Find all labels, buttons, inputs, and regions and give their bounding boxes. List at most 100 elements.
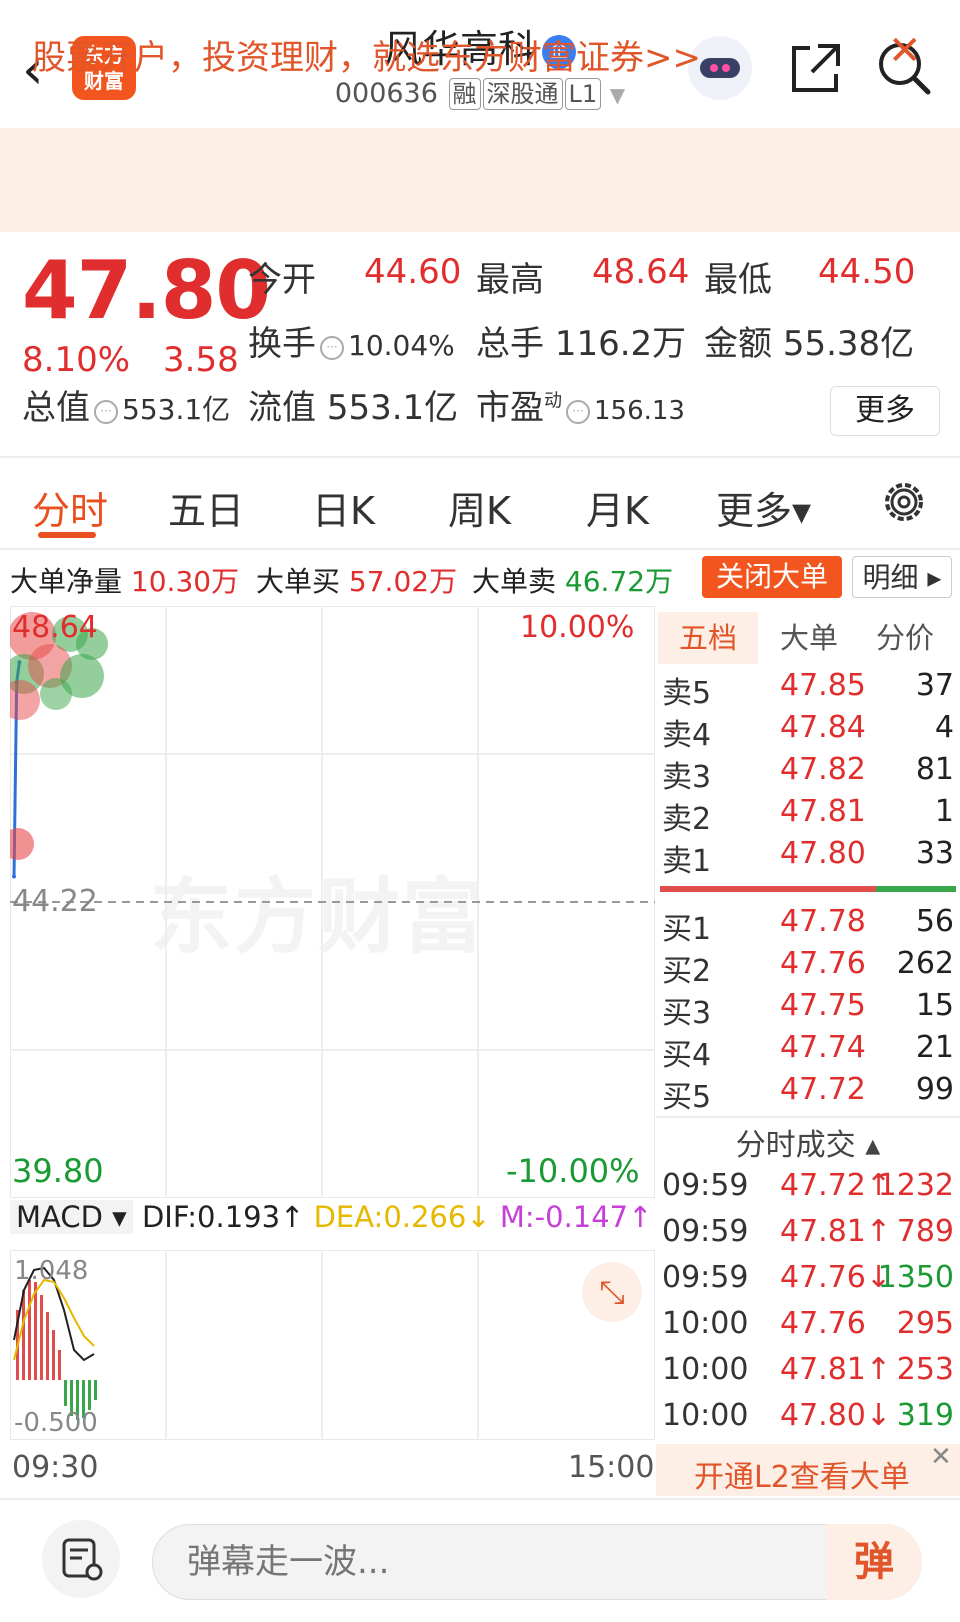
turnover-label: 换手 [248, 324, 316, 364]
info-icon[interactable]: ··· [566, 400, 590, 424]
bid-label: 买2 [662, 954, 712, 989]
tick-trades-header[interactable]: 分时成交 ▴ [660, 1120, 956, 1164]
promo-banner[interactable] [0, 128, 960, 232]
tab-big-orders[interactable]: 大单 [780, 612, 838, 664]
tab-more[interactable]: 更多▾ [716, 480, 811, 535]
info-icon[interactable]: ··· [94, 400, 118, 424]
ask-row[interactable]: 卖3 47.82 81 [660, 752, 956, 795]
tab-five-day[interactable]: 五日 [168, 480, 244, 535]
volume-label: 总手 [476, 324, 544, 364]
pe-label: 市盈 [476, 388, 544, 428]
bid-row[interactable]: 买1 47.78 56 [660, 904, 956, 947]
chart-y-mid: 44.22 [12, 884, 98, 919]
ask-volume: 37 [915, 668, 954, 703]
tab-daily-k[interactable]: 日K [312, 480, 375, 535]
bid-row[interactable]: 买4 47.74 21 [660, 1030, 956, 1073]
tick-price: 47.81↑ [780, 1352, 892, 1387]
tick-row: 10:00 47.80↓ 319 [660, 1398, 956, 1442]
turnover-rate[interactable]: 换手 ··· 10.04% [248, 316, 455, 365]
tab-monthly-k[interactable]: 月K [586, 480, 649, 535]
bid-price: 47.72 [780, 1072, 866, 1107]
tick-volume: 295 [896, 1306, 954, 1341]
ask-price: 47.80 [780, 836, 866, 871]
tick-row: 09:59 47.81↑ 789 [660, 1214, 956, 1258]
bid-row[interactable]: 买3 47.75 15 [660, 988, 956, 1031]
stock-code: 000636 [334, 78, 438, 109]
market-cap[interactable]: 总值 ··· 553.1亿 [22, 380, 230, 429]
pe-ratio[interactable]: 市盈动 ··· 156.13 [476, 380, 685, 429]
float-cap: 流值 553.1亿 [248, 380, 458, 429]
more-quote-button[interactable]: 更多 [830, 386, 940, 436]
ask-row[interactable]: 卖2 47.81 1 [660, 794, 956, 837]
bid-label: 买3 [662, 996, 712, 1031]
big-order-sell: 大单卖 46.72万 [472, 560, 673, 600]
ask-price: 47.85 [780, 668, 866, 703]
ask-volume: 1 [934, 794, 954, 829]
pe-dynamic-mark: 动 [544, 390, 562, 412]
stock-code-row[interactable]: 000636 融深股通 L1 ▼ [300, 78, 660, 110]
ask-price: 47.82 [780, 752, 866, 787]
share-icon[interactable] [788, 40, 844, 96]
ask-row[interactable]: 卖1 47.80 33 [660, 836, 956, 879]
ask-label: 卖4 [662, 718, 712, 753]
volume: 总手 116.2万 [476, 316, 686, 365]
l2-promo-text[interactable]: 开通L2查看大单 [694, 1452, 910, 1496]
chevron-down-icon[interactable]: ▼ [610, 83, 625, 107]
ask-volume: 33 [915, 836, 954, 871]
promo-banner-text[interactable]: 股票开户，投资理财，就选东方财富证券>> [32, 30, 701, 79]
float-cap-value: 553.1亿 [326, 388, 459, 428]
tick-volume: 1350 [877, 1260, 954, 1295]
level-tag: L1 [564, 78, 602, 110]
macd-selector[interactable]: MACD ▾ [10, 1200, 133, 1234]
chart-y-high: 48.64 [12, 610, 98, 645]
market-cap-value: 553.1亿 [122, 393, 231, 426]
notes-icon[interactable] [42, 1520, 120, 1598]
big-order-net-value: 10.30万 [130, 565, 240, 598]
big-order-buy-label: 大单买 [256, 565, 341, 598]
ask-row[interactable]: 卖5 47.85 37 [660, 668, 956, 711]
low-label: 最低 [704, 260, 772, 300]
divider [656, 1116, 960, 1118]
macd-y-bottom: -0.500 [14, 1408, 98, 1438]
tab-intraday[interactable]: 分时 [32, 480, 108, 535]
tick-volume: 1232 [877, 1168, 954, 1203]
tick-volume: 253 [896, 1352, 954, 1387]
detail-button[interactable]: 明细 ▸ [852, 556, 952, 598]
close-icon[interactable]: ✕ [888, 28, 922, 74]
expand-icon[interactable]: ⤡ [582, 1262, 642, 1322]
bid-label: 买5 [662, 1080, 712, 1115]
tick-row: 10:00 47.76 295 [660, 1306, 956, 1350]
tick-price: 47.76 [780, 1306, 866, 1341]
big-order-sell-label: 大单卖 [472, 565, 557, 598]
macd-y-top: 1.048 [14, 1256, 89, 1286]
info-icon[interactable]: ··· [320, 336, 344, 360]
bid-volume: 99 [915, 1072, 954, 1107]
tick-price: 47.81↑ [780, 1214, 892, 1249]
pe-value: 156.13 [594, 396, 685, 426]
tab-weekly-k[interactable]: 周K [448, 480, 511, 535]
float-cap-label: 流值 [248, 388, 316, 428]
close-icon[interactable]: ✕ [930, 1442, 952, 1472]
danmu-input[interactable] [152, 1524, 922, 1600]
bid-volume: 262 [896, 946, 954, 981]
big-order-buy-value: 57.02万 [348, 565, 458, 598]
bid-row[interactable]: 买2 47.76 262 [660, 946, 956, 989]
bid-volume: 56 [915, 904, 954, 939]
low-value: 44.50 [818, 252, 916, 292]
tick-volume: 319 [896, 1398, 954, 1433]
tab-five-levels[interactable]: 五档 [658, 612, 758, 664]
bid-row[interactable]: 买5 47.72 99 [660, 1072, 956, 1115]
ask-row[interactable]: 卖4 47.84 4 [660, 710, 956, 753]
market-cap-label: 总值 [22, 388, 90, 428]
macd-chart-svg [13, 1250, 479, 1440]
close-big-order-button[interactable]: 关闭大单 [702, 556, 842, 598]
gear-icon[interactable] [880, 478, 928, 526]
change-percent: 8.10% [22, 340, 131, 380]
bid-price: 47.75 [780, 988, 866, 1023]
danmu-send-button[interactable]: 弹 [826, 1524, 922, 1600]
amount: 金额 55.38亿 [704, 316, 914, 365]
big-order-bubbles [10, 612, 108, 860]
tab-price-distribution[interactable]: 分价 [876, 612, 934, 664]
big-order-net-label: 大单净量 [10, 565, 123, 598]
tick-price: 47.72↑ [780, 1168, 892, 1203]
